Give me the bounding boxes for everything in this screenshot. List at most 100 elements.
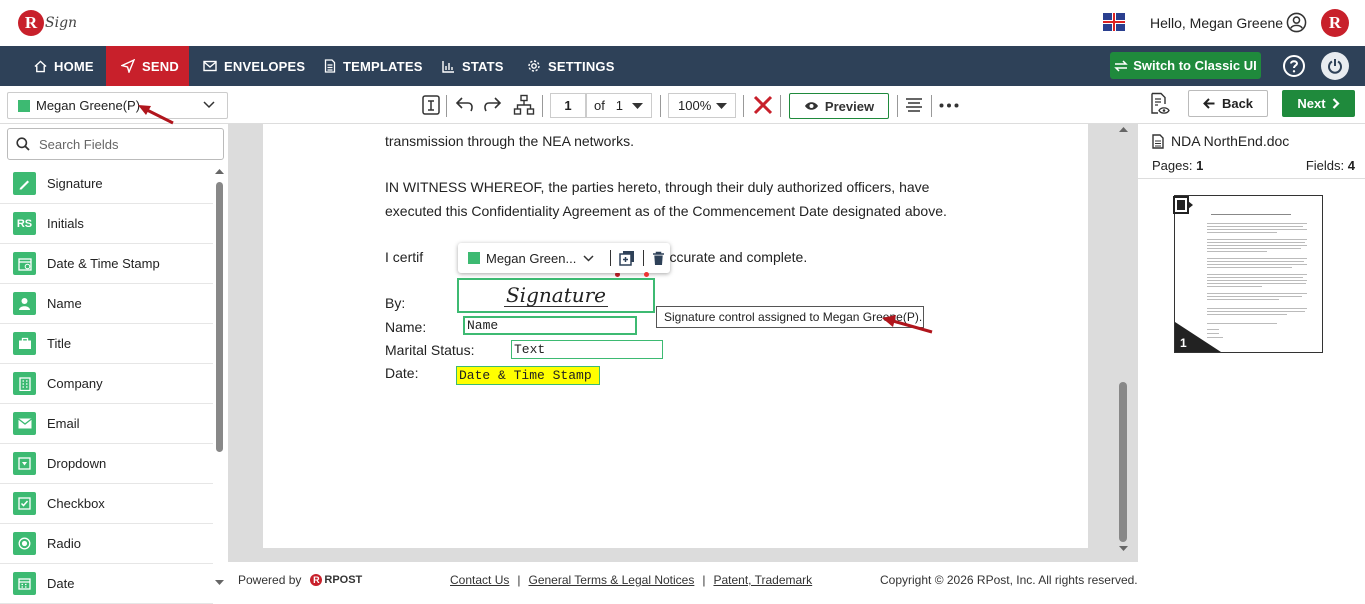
swap-arrows-icon — [1114, 59, 1129, 72]
undo-icon[interactable] — [455, 95, 475, 113]
contact-us-link[interactable]: Contact Us — [450, 573, 509, 587]
person-icon — [13, 292, 36, 315]
page-thumbnail[interactable]: 1 — [1174, 195, 1323, 353]
nav-settings[interactable]: SETTINGS — [527, 46, 615, 86]
preview-button-label: Preview — [824, 98, 875, 114]
fields-count: Fields: 4 — [1306, 158, 1355, 173]
nav-stats-label: STATS — [462, 58, 504, 74]
powered-by-label: Powered by — [238, 573, 302, 587]
date-time-stamp-field[interactable]: Date & Time Stamp — [456, 366, 600, 385]
back-button[interactable]: Back — [1188, 90, 1268, 117]
field-item-dropdown[interactable]: Dropdown — [0, 444, 213, 484]
delete-all-icon[interactable] — [752, 94, 774, 116]
search-fields-input[interactable]: Search Fields — [7, 128, 224, 160]
user-profile-icon[interactable] — [1286, 12, 1307, 33]
field-item-title[interactable]: Title — [0, 324, 213, 364]
document-toolbar: Megan Greene(P) 1 of 1 100% Preview Back… — [0, 86, 1365, 124]
caret-down-icon — [632, 103, 643, 109]
name-field[interactable]: Name — [463, 316, 637, 335]
align-lines-icon[interactable] — [905, 97, 923, 115]
field-item-date[interactable]: Date — [0, 564, 213, 604]
field-item-initials[interactable]: RS Initials — [0, 204, 213, 244]
required-asterisk-icon — [644, 272, 649, 277]
nav-templates[interactable]: TEMPLATES — [324, 46, 423, 86]
more-options-icon[interactable] — [939, 103, 959, 108]
user-greeting: Hello, Megan Greene — [1150, 15, 1284, 31]
field-item-signature[interactable]: Signature — [0, 164, 213, 204]
field-item-checkbox[interactable]: Checkbox — [0, 484, 213, 524]
duplicate-field-icon[interactable] — [619, 250, 635, 266]
dropdown-icon — [13, 452, 36, 475]
field-item-label: Date & Time Stamp — [47, 256, 160, 271]
zoom-select[interactable]: 100% — [668, 93, 736, 118]
pages-value: 1 — [1196, 158, 1204, 173]
scroll-down-icon[interactable] — [1119, 545, 1128, 552]
footer-links: Contact Us | General Terms & Legal Notic… — [450, 573, 813, 587]
send-icon — [121, 59, 135, 73]
nav-stats[interactable]: STATS — [442, 46, 504, 86]
checkbox-icon — [13, 492, 36, 515]
pages-label: Pages: — [1152, 158, 1193, 173]
switch-classic-ui-button[interactable]: Switch to Classic UI — [1110, 52, 1261, 79]
copyright: Copyright © 2026 RPost, Inc. All rights … — [880, 573, 1138, 587]
document-scroll-thumb[interactable] — [1119, 382, 1127, 542]
hierarchy-icon[interactable] — [513, 94, 535, 116]
top-bar: R Sign Hello, Megan Greene R — [0, 0, 1365, 46]
next-button-label: Next — [1297, 96, 1326, 111]
name-label: Name: — [385, 319, 427, 335]
logout-button[interactable] — [1321, 52, 1349, 80]
chevron-right-icon — [1332, 98, 1340, 109]
gear-icon — [528, 60, 540, 72]
nav-templates-label: TEMPLATES — [343, 58, 423, 74]
thumbnail-page-number: 1 — [1180, 336, 1187, 350]
next-button[interactable]: Next — [1282, 90, 1355, 117]
signature-field[interactable]: Signature — [457, 278, 655, 313]
preview-button[interactable]: Preview — [789, 93, 889, 119]
document-page: transmission through the NEA networks. I… — [263, 124, 1088, 548]
popover-recipient-select[interactable]: Megan Green... — [486, 251, 576, 266]
terms-link[interactable]: General Terms & Legal Notices — [528, 573, 694, 587]
doc-text-line: IN WITNESS WHEREOF, the parties hereto, … — [385, 179, 930, 195]
scroll-up-icon[interactable] — [1119, 126, 1128, 133]
chevron-down-icon[interactable] — [583, 254, 594, 262]
field-selection-icon[interactable] — [421, 94, 441, 116]
document-canvas: transmission through the NEA networks. I… — [228, 124, 1138, 562]
doc-text-line: executed this Confidentiality Agreement … — [385, 203, 947, 219]
chevron-down-icon — [203, 101, 215, 109]
annotation-arrow-icon — [882, 315, 933, 334]
page-total-select[interactable]: of 1 — [586, 93, 652, 118]
field-item-label: Title — [47, 336, 72, 351]
eye-icon — [804, 102, 818, 110]
marital-status-text-field[interactable]: Text — [511, 340, 663, 359]
language-flag-icon[interactable] — [1103, 13, 1125, 31]
field-item-email[interactable]: Email — [0, 404, 213, 444]
nav-send-label: SEND — [142, 58, 179, 74]
help-icon[interactable] — [1282, 54, 1306, 78]
view-document-icon[interactable] — [1150, 92, 1170, 116]
nav-send[interactable]: SEND — [106, 46, 189, 86]
field-item-label: Email — [47, 416, 80, 431]
fields-scroll-thumb[interactable] — [216, 182, 223, 452]
field-item-radio[interactable]: Radio — [0, 524, 213, 564]
page-total: 1 — [615, 98, 623, 113]
scroll-down-icon[interactable] — [215, 579, 224, 586]
document-name: NDA NorthEnd.doc — [1152, 133, 1289, 149]
calendar-icon — [13, 572, 36, 595]
page-number-input[interactable]: 1 — [550, 93, 586, 118]
field-item-company[interactable]: Company — [0, 364, 213, 404]
recipient-select[interactable]: Megan Greene(P) — [7, 92, 228, 119]
redo-icon[interactable] — [482, 95, 502, 113]
trash-icon[interactable] — [652, 251, 665, 266]
brand-avatar[interactable]: R — [1321, 9, 1349, 37]
field-item-name[interactable]: Name — [0, 284, 213, 324]
field-item-label: Checkbox — [47, 496, 105, 511]
nav-envelopes[interactable]: ENVELOPES — [203, 46, 305, 86]
rsign-logo[interactable]: R Sign — [18, 8, 77, 38]
nav-home[interactable]: HOME — [34, 46, 94, 86]
document-scrollbar[interactable] — [1117, 124, 1130, 562]
field-item-date-time-stamp[interactable]: Date & Time Stamp — [0, 244, 213, 284]
patent-trademark-link[interactable]: Patent, Trademark — [713, 573, 812, 587]
fields-scrollbar[interactable] — [215, 168, 224, 588]
fields-label: Fields: — [1305, 158, 1345, 173]
scroll-up-icon[interactable] — [215, 168, 224, 175]
